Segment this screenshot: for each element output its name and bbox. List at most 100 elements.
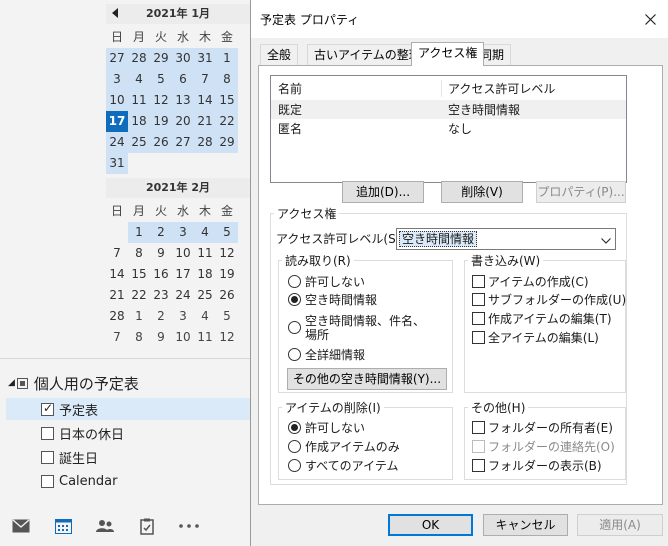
day-cell[interactable]: 28 [194,132,216,153]
day-cell[interactable]: 3 [172,222,194,243]
day-cell[interactable]: 5 [216,222,238,243]
day-cell[interactable]: 7 [194,69,216,90]
day-cell[interactable]: 14 [106,264,128,285]
delete-own-label[interactable]: 作成アイテムのみ [305,440,400,454]
read-freebusy-detail-label-line2[interactable]: 場所 [305,328,329,342]
read-none-radio[interactable] [288,275,301,288]
day-cell[interactable]: 9 [150,243,172,264]
day-cell[interactable]: 8 [128,327,150,348]
read-full-details-label[interactable]: 全詳細情報 [305,348,365,362]
day-cell[interactable]: 24 [172,285,194,306]
day-cell[interactable]: 12 [216,327,238,348]
day-cell[interactable]: 14 [194,90,216,111]
calendar-checkbox[interactable] [41,427,54,440]
folder-owner-label[interactable]: フォルダーの所有者(E) [488,421,613,435]
write-create-subfolders-label[interactable]: サブフォルダーの作成(U) [488,293,626,307]
apply-button[interactable]: 適用(A) [577,514,663,536]
calendar-item-holidays[interactable]: 日本の休日 [6,422,250,444]
column-header-level[interactable]: アクセス許可レベル [442,80,555,97]
day-cell[interactable]: 10 [172,327,194,348]
calendar-item-calendar[interactable]: Calendar [6,470,250,492]
delete-own-radio[interactable] [288,440,301,453]
day-cell[interactable]: 3 [106,69,128,90]
folder-contact-checkbox[interactable] [472,440,485,453]
calendar-checkbox[interactable] [41,475,54,488]
day-cell[interactable]: 26 [216,285,238,306]
calendar-checkbox[interactable] [41,451,54,464]
day-cell[interactable]: 23 [150,285,172,306]
day-cell[interactable]: 22 [216,111,238,132]
day-cell[interactable]: 15 [216,90,238,111]
write-edit-own-label[interactable]: 作成アイテムの編集(T) [488,312,612,326]
day-cell[interactable]: 31 [194,48,216,69]
day-cell[interactable]: 17 [172,264,194,285]
day-cell[interactable]: 7 [106,327,128,348]
more-icon[interactable] [178,515,200,537]
collapse-triangle-icon[interactable]: ◢ [8,378,15,388]
mail-icon[interactable] [10,515,32,537]
write-edit-own-checkbox[interactable] [472,312,485,325]
add-button[interactable]: 追加(D)... [342,181,424,203]
day-cell[interactable]: 11 [128,90,150,111]
delete-all-radio[interactable] [288,459,301,472]
write-edit-all-checkbox[interactable] [472,331,485,344]
day-cell[interactable]: 15 [128,264,150,285]
read-freebusy-radio[interactable] [288,293,301,306]
folder-visible-checkbox[interactable] [472,459,485,472]
day-cell[interactable]: 9 [150,327,172,348]
day-cell[interactable]: 22 [128,285,150,306]
day-cell[interactable]: 3 [172,306,194,327]
day-cell[interactable]: 11 [194,327,216,348]
day-cell[interactable]: 7 [106,243,128,264]
tab-permissions[interactable]: アクセス権 [411,42,485,66]
delete-none-radio[interactable] [288,421,301,434]
permissions-list[interactable]: 名前 アクセス許可レベル 既定 空き時間情報 匿名 なし [270,75,627,183]
calendar-group-header[interactable]: ◢ 個人用の予定表 [8,372,139,394]
other-freebusy-button[interactable]: その他の空き時間情報(Y)... [287,368,447,390]
day-cell[interactable]: 29 [216,132,238,153]
day-cell[interactable]: 19 [216,264,238,285]
calendar-checkbox[interactable] [41,401,54,416]
tab-autoarchive[interactable]: 古いアイテムの整理 [307,44,428,65]
read-full-details-radio[interactable] [288,348,301,361]
day-cell[interactable]: 8 [128,243,150,264]
write-create-items-checkbox[interactable] [472,275,485,288]
day-cell[interactable] [106,222,128,243]
day-cell[interactable]: 16 [150,264,172,285]
people-icon[interactable] [94,515,116,537]
day-cell[interactable]: 5 [216,306,238,327]
calendar-item-schedule[interactable]: 予定表 [6,398,250,420]
column-header-name[interactable]: 名前 [271,79,442,97]
day-cell[interactable]: 24 [106,132,128,153]
day-cell[interactable]: 5 [150,69,172,90]
day-cell[interactable]: 12 [150,90,172,111]
day-cell[interactable]: 13 [172,90,194,111]
write-create-items-label[interactable]: アイテムの作成(C) [488,275,589,289]
day-cell[interactable]: 30 [172,48,194,69]
calendar-item-birthdays[interactable]: 誕生日 [6,446,250,468]
folder-visible-label[interactable]: フォルダーの表示(B) [488,459,602,473]
delete-all-label[interactable]: すべてのアイテム [305,459,398,473]
read-freebusy-detail-label[interactable]: 空き時間情報、件名、 [305,314,425,328]
day-cell[interactable]: 2 [150,306,172,327]
day-cell[interactable]: 1 [128,306,150,327]
previous-month-icon[interactable] [112,8,118,18]
day-cell[interactable]: 25 [128,132,150,153]
folder-owner-checkbox[interactable] [472,421,485,434]
cancel-button[interactable]: キャンセル [483,514,568,536]
day-cell[interactable]: 18 [194,264,216,285]
day-cell[interactable]: 10 [106,90,128,111]
day-cell[interactable]: 10 [172,243,194,264]
day-cell[interactable]: 2 [150,222,172,243]
permission-level-select[interactable]: 空き時間情報 [396,228,616,250]
day-cell[interactable]: 27 [172,132,194,153]
day-cell[interactable]: 6 [172,69,194,90]
chevron-down-icon[interactable] [601,233,611,247]
tab-general[interactable]: 全般 [260,44,299,65]
day-cell[interactable]: 27 [106,48,128,69]
write-create-subfolders-checkbox[interactable] [472,293,485,306]
write-edit-all-label[interactable]: 全アイテムの編集(L) [488,331,599,345]
day-cell[interactable]: 28 [128,48,150,69]
day-cell[interactable]: 11 [194,243,216,264]
properties-button[interactable]: プロパティ(P)... [536,181,626,203]
